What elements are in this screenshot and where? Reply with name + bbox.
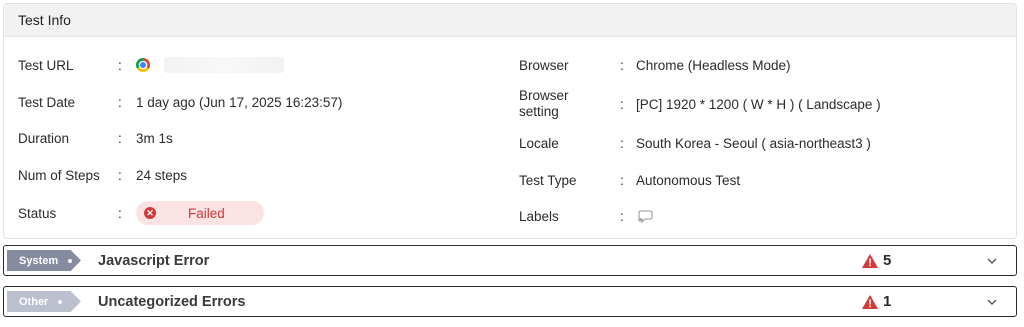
browser-setting-label-line1: Browser	[519, 88, 569, 103]
error-count: 5	[883, 252, 892, 269]
test-info-panel: Test Info Test URL : Test Date : 1 day a…	[3, 3, 1017, 239]
panel-title: Test Info	[18, 12, 71, 28]
add-label-icon[interactable]	[636, 209, 654, 223]
colon: :	[118, 205, 122, 221]
locale-value: South Korea - Seoul ( asia-northeast3 )	[636, 135, 871, 151]
status-text: Failed	[188, 205, 225, 221]
duration-label: Duration	[18, 130, 70, 146]
info-row-test-type: Test Type : Autonomous Test	[519, 170, 999, 190]
browser-label: Browser	[519, 57, 569, 73]
status-badge: ✕ Failed	[136, 201, 264, 225]
colon: :	[620, 208, 624, 224]
redacted-url	[164, 57, 284, 73]
chrome-icon	[136, 58, 150, 72]
dot-icon	[58, 299, 63, 304]
info-row-labels: Labels :	[519, 206, 999, 226]
colon: :	[118, 57, 122, 73]
colon: :	[118, 167, 122, 183]
num-steps-value: 24 steps	[136, 167, 188, 183]
duration-value: 3m 1s	[136, 130, 173, 146]
info-row-duration: Duration : 3m 1s	[18, 128, 498, 148]
error-count: 1	[883, 293, 892, 310]
category-label: System	[19, 254, 59, 267]
info-row-test-url: Test URL :	[18, 55, 498, 75]
status-label: Status	[18, 205, 57, 221]
panel-header: Test Info	[4, 4, 1016, 37]
info-row-num-steps: Num of Steps : 24 steps	[18, 165, 498, 185]
info-row-locale: Locale : South Korea - Seoul ( asia-nort…	[519, 133, 999, 153]
test-date-value: 1 day ago (Jun 17, 2025 16:23:57)	[136, 94, 343, 110]
category-label: Other	[19, 295, 49, 308]
num-steps-label: Num of Steps	[18, 167, 100, 183]
warning-count: 5	[861, 252, 891, 269]
test-type-label: Test Type	[519, 172, 577, 188]
colon: :	[620, 96, 624, 112]
browser-value: Chrome (Headless Mode)	[636, 57, 791, 73]
chevron-down-icon[interactable]	[986, 296, 998, 308]
error-circle-icon: ✕	[144, 207, 156, 219]
info-row-status: Status : ✕ Failed	[18, 200, 498, 226]
colon: :	[620, 57, 624, 73]
test-url-label: Test URL	[18, 57, 74, 73]
colon: :	[620, 135, 624, 151]
test-url-value[interactable]	[136, 57, 284, 73]
category-chip-system: System	[7, 250, 81, 271]
warning-count: 1	[861, 293, 891, 310]
colon: :	[620, 172, 624, 188]
info-row-browser-setting: Browser setting : [PC] 1920 * 1200 ( W *…	[519, 87, 999, 121]
colon: :	[118, 94, 122, 110]
locale-label: Locale	[519, 135, 559, 151]
labels-value	[636, 209, 654, 223]
browser-setting-label-line2: setting	[519, 104, 559, 119]
info-row-browser: Browser : Chrome (Headless Mode)	[519, 55, 999, 75]
colon: :	[118, 130, 122, 146]
test-type-value: Autonomous Test	[636, 172, 741, 188]
error-row-uncategorized[interactable]: Other Uncategorized Errors 1	[3, 286, 1017, 317]
error-title: Uncategorized Errors	[98, 293, 246, 310]
status-value: ✕ Failed	[136, 201, 264, 225]
dot-icon	[68, 258, 73, 263]
chevron-down-icon[interactable]	[986, 255, 998, 267]
error-title: Javascript Error	[98, 252, 210, 269]
test-date-label: Test Date	[18, 94, 76, 110]
browser-setting-value: [PC] 1920 * 1200 ( W * H ) ( Landscape )	[636, 96, 881, 112]
info-row-test-date: Test Date : 1 day ago (Jun 17, 2025 16:2…	[18, 92, 498, 112]
labels-label: Labels	[519, 208, 559, 224]
warning-triangle-icon	[862, 294, 878, 309]
warning-triangle-icon	[862, 253, 878, 268]
browser-setting-label: Browser setting	[519, 88, 569, 120]
error-row-javascript[interactable]: System Javascript Error 5	[3, 245, 1017, 276]
category-chip-other: Other	[7, 291, 81, 312]
